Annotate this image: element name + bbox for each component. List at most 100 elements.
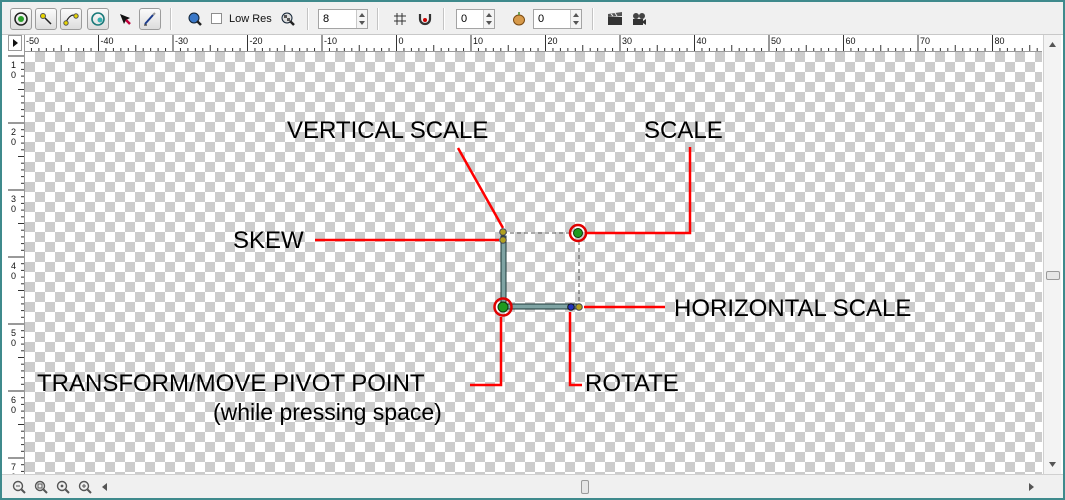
offset-y-input[interactable]: 0 (533, 9, 582, 29)
ruler-label: 7 (11, 462, 16, 472)
camera-icon (633, 13, 646, 25)
pivot-label: TRANSFORM/MOVE PIVOT POINT (37, 370, 425, 397)
transform-tool-button[interactable] (87, 8, 109, 30)
ruler-label: 0 (11, 204, 16, 214)
zoom-fit-icon[interactable] (34, 480, 48, 494)
ruler-label: 5 (11, 328, 16, 338)
ruler-label: -20 (250, 36, 263, 46)
color-pick-tool-button[interactable] (114, 8, 136, 30)
scale-label: SCALE (644, 117, 723, 144)
offset-x-value: 0 (461, 13, 468, 25)
snap-magnet-icon (418, 14, 432, 26)
toolbar-separator (443, 8, 445, 30)
vertical-scroll-thumb[interactable] (1046, 271, 1060, 280)
grid-size-input[interactable]: 8 (318, 9, 368, 29)
toolbar-separator (377, 8, 379, 30)
checker-magnifier-icon (281, 12, 295, 26)
grid-size-value: 8 (323, 13, 330, 25)
ruler-label: 0 (11, 271, 16, 281)
transform-annotation-overlay: VERTICAL SCALE SCALE SKEW HORIZONTAL SCA… (37, 117, 911, 425)
rotate-label: ROTATE (585, 370, 679, 397)
offset-x-input[interactable]: 0 (456, 9, 495, 29)
curve-edit-icon (63, 13, 79, 26)
grid-icon (394, 13, 406, 25)
scroll-left-icon[interactable] (100, 481, 110, 493)
low-res-label: Low Res (229, 13, 272, 25)
vertical-scale-label: VERTICAL SCALE (287, 117, 488, 144)
status-bar (2, 474, 1063, 498)
vertical-scale-leader-line (456, 147, 505, 229)
ruler-label: -10 (324, 36, 337, 46)
ruler-label: 6 (11, 395, 16, 405)
pivot-hint-label: (while pressing space) (213, 399, 442, 425)
scale-leader-line (585, 147, 692, 235)
ruler-label: -30 (175, 36, 188, 46)
ruler-label: 80 (995, 36, 1005, 46)
point-edit-tool-button[interactable] (35, 8, 57, 30)
ruler-label: 60 (846, 36, 856, 46)
clapperboard-icon (608, 12, 622, 25)
ruler-label: 1 (11, 60, 16, 70)
scroll-down-icon[interactable] (1049, 462, 1056, 467)
low-res-checkbox[interactable] (211, 13, 222, 24)
skew-label: SKEW (233, 227, 304, 254)
scroll-up-icon[interactable] (1049, 42, 1056, 47)
scale-handle[interactable] (573, 228, 583, 238)
ruler-label: -50 (26, 36, 39, 46)
onion-icon (513, 12, 525, 26)
toolbar-separator (307, 8, 309, 30)
render-quality-button[interactable] (277, 8, 299, 30)
ruler-label: 10 (473, 36, 483, 46)
drawing-canvas[interactable]: VERTICAL SCALE SCALE SKEW HORIZONTAL SCA… (25, 52, 1042, 474)
ruler-label: 0 (11, 338, 16, 348)
rotate-handle[interactable] (567, 303, 575, 311)
clapperboard-button[interactable] (604, 8, 626, 30)
ruler-label: 40 (697, 36, 707, 46)
toolbar-separator (592, 8, 594, 30)
ruler-label: 20 (548, 36, 558, 46)
grid-size-stepper[interactable] (356, 10, 367, 28)
zoom-out-icon[interactable] (12, 480, 26, 494)
vertical-ruler-ticks: 10203040506070 (8, 55, 24, 482)
vertical-scrollbar-arrows (1049, 42, 1056, 467)
ruler-label: 0 (399, 36, 404, 46)
ruler-label: 0 (11, 137, 16, 147)
snap-toggle-button[interactable] (414, 8, 436, 30)
grid-toggle-button[interactable] (389, 8, 411, 30)
onion-skin-button[interactable] (508, 8, 530, 30)
horizontal-scroll-thumb[interactable] (581, 480, 589, 494)
select-tool-button[interactable] (10, 8, 32, 30)
pivot-point-handle[interactable] (497, 301, 509, 313)
curve-edit-tool-button[interactable] (60, 8, 82, 30)
select-icon (14, 12, 28, 26)
vertical-ruler: 10203040506070 (8, 52, 25, 482)
zoom-in-icon[interactable] (78, 480, 92, 494)
ruler-origin-toggle[interactable] (8, 35, 22, 51)
pen-tool-button[interactable] (139, 8, 161, 30)
vertical-axis-bar (500, 235, 507, 308)
skew-handle[interactable] (499, 236, 507, 244)
ruler-label: -40 (101, 36, 114, 46)
rotate-leader-line (568, 312, 582, 387)
toolbar-separator (170, 8, 172, 30)
horizontal-scale-label: HORIZONTAL SCALE (674, 295, 911, 322)
scroll-right-icon[interactable] (1026, 481, 1036, 493)
magnifier-globe-icon (188, 12, 202, 26)
ruler-label: 70 (920, 36, 930, 46)
pen-icon (144, 12, 156, 26)
transform-icon (91, 12, 105, 26)
zoom-reset-icon[interactable] (56, 480, 70, 494)
ruler-label: 50 (771, 36, 781, 46)
ruler-label: 30 (622, 36, 632, 46)
vertical-scrollbar[interactable] (1043, 35, 1061, 474)
vertical-scale-handle[interactable] (499, 228, 507, 236)
ruler-label: 0 (11, 405, 16, 415)
camera-button[interactable] (628, 8, 650, 30)
horizontal-ruler-ticks: -50 -40 -30 -20 -10 0 10 20 30 40 50 60 70 80 (23, 35, 1038, 51)
zoom-view-button[interactable] (184, 8, 206, 30)
horizontal-ruler: -50 -40 -30 -20 -10 0 10 20 30 40 50 60 70 80 (23, 35, 1042, 52)
offset-y-stepper[interactable] (570, 10, 581, 28)
offset-x-stepper[interactable] (483, 10, 494, 28)
ruler-label: 2 (11, 127, 16, 137)
horizontal-scale-handle[interactable] (575, 303, 583, 311)
